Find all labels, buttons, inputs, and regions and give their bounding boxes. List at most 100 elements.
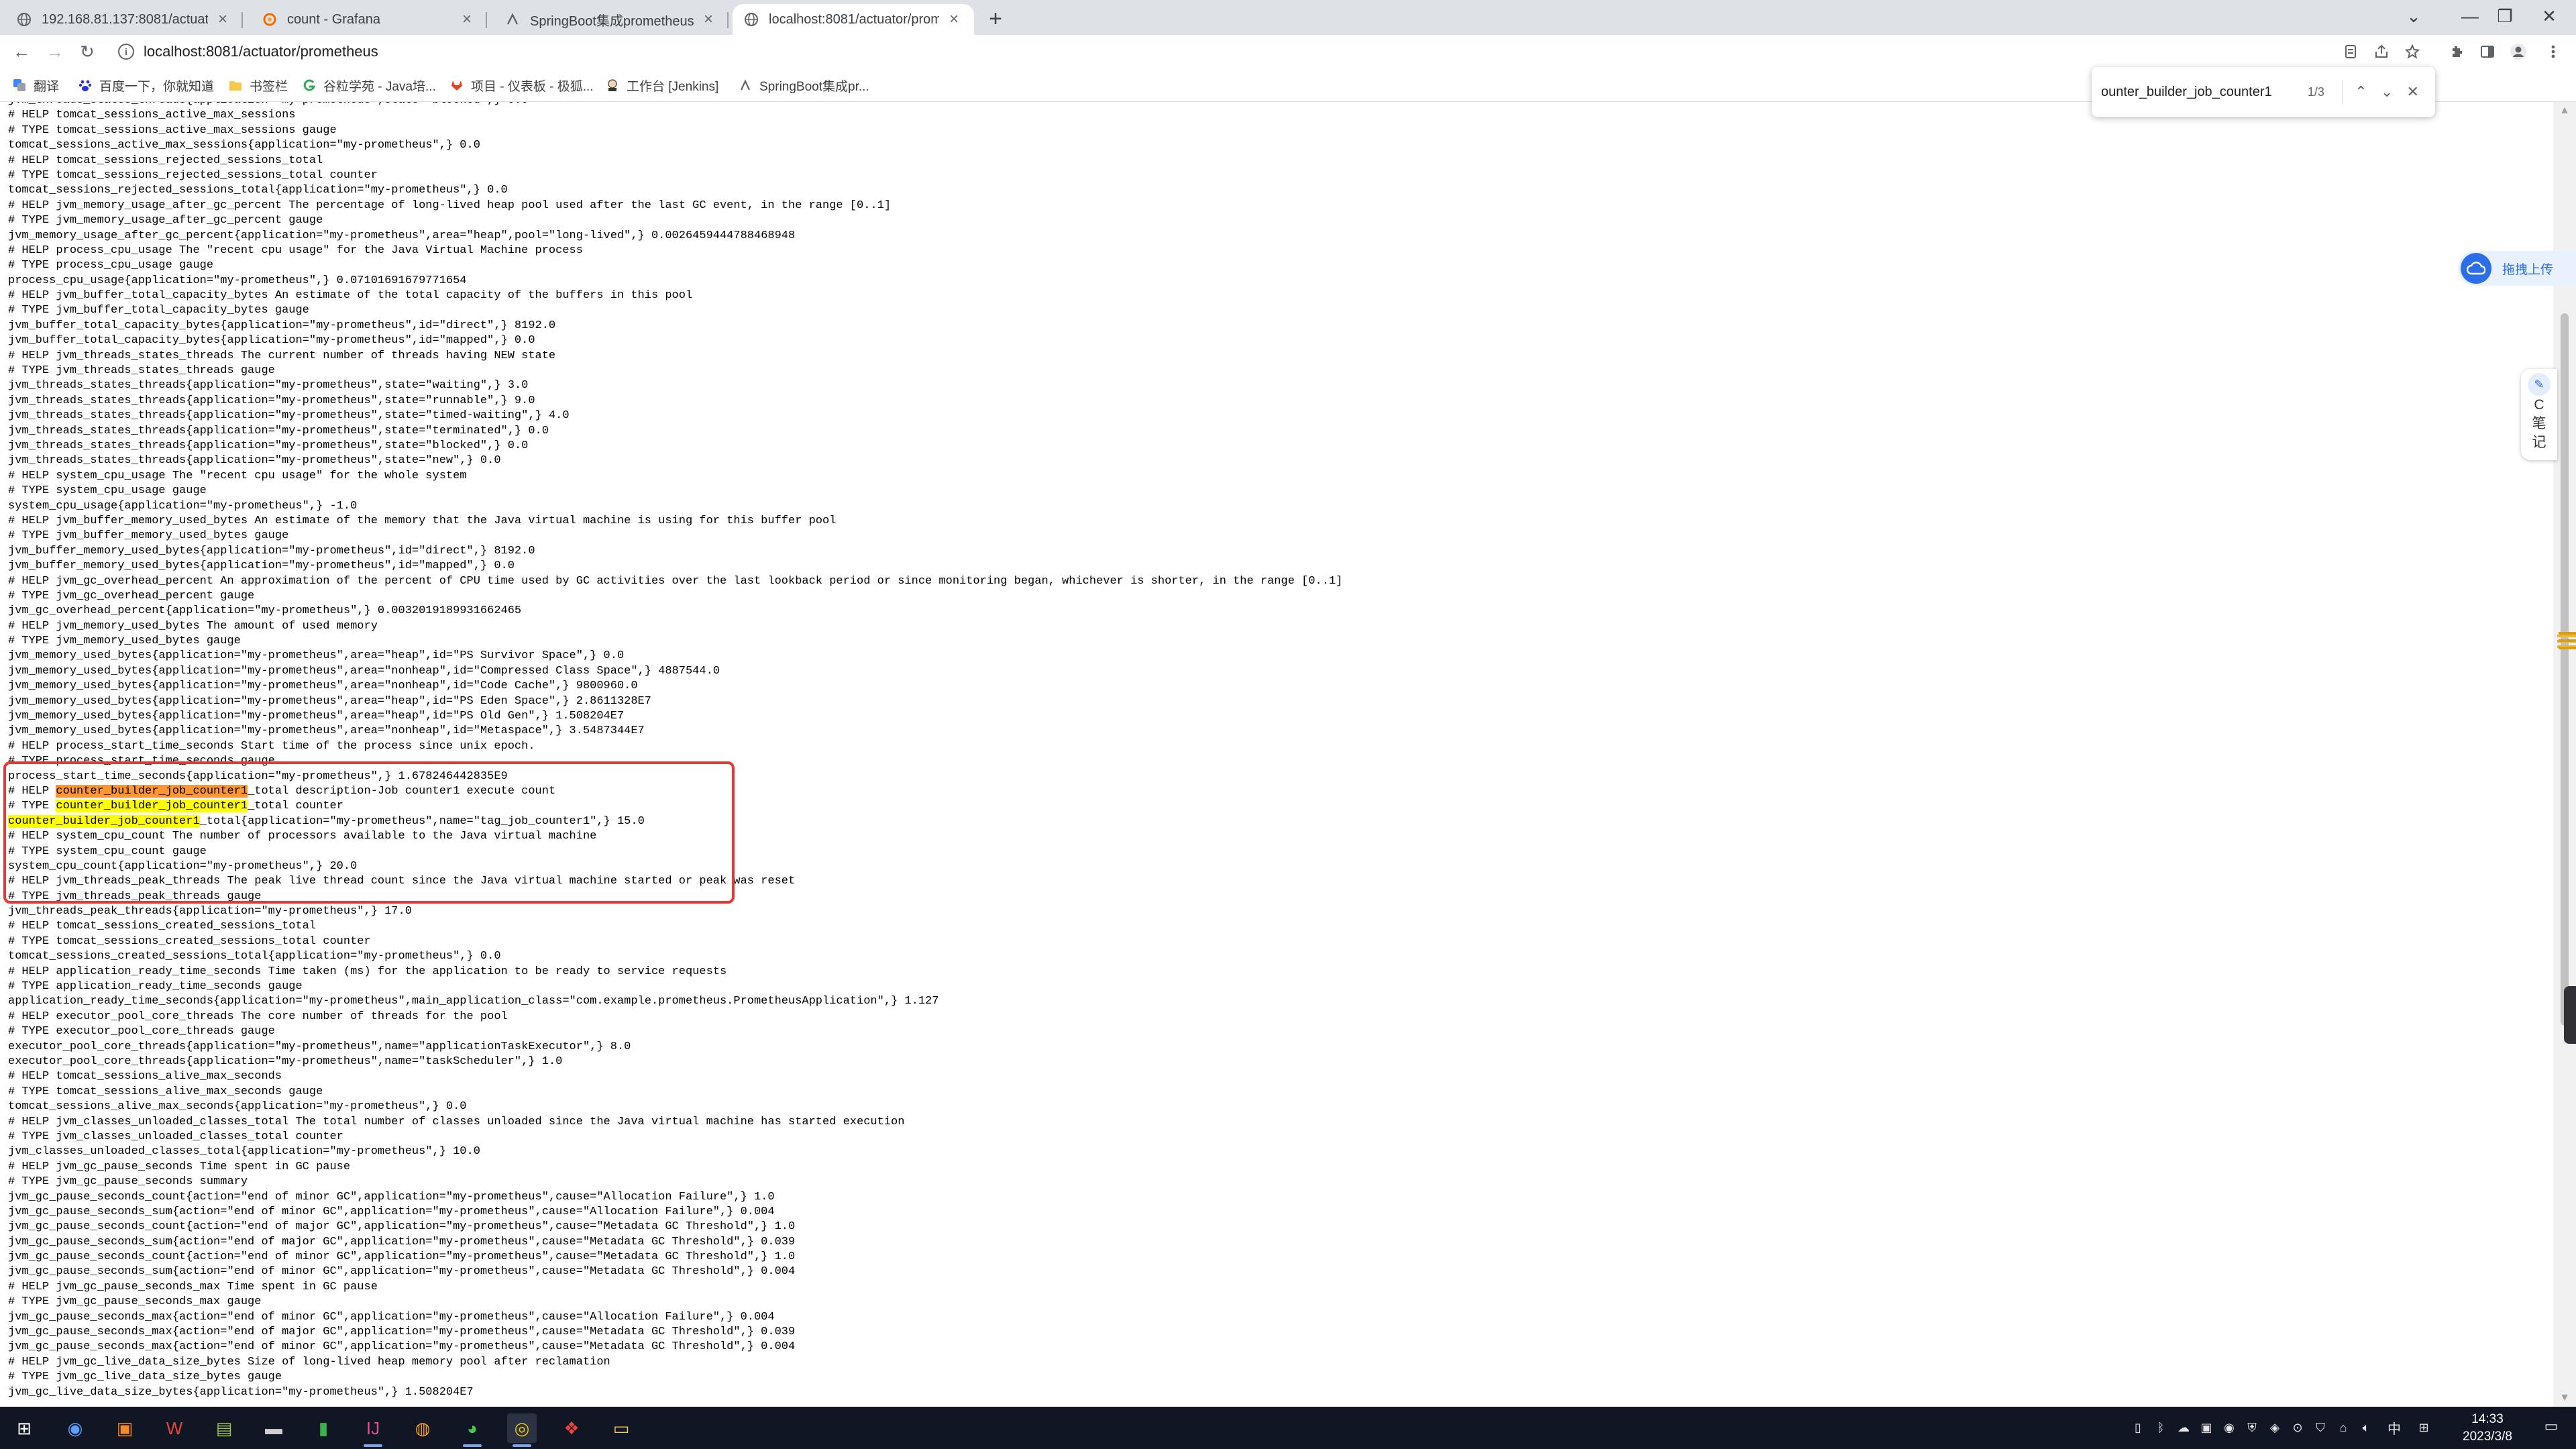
forward-button[interactable]: → — [43, 40, 67, 64]
tray-chat-icon[interactable]: ◉ — [2220, 1419, 2238, 1436]
bookmark-gitlab[interactable]: 项目 - 仪表板 - 极狐... — [449, 74, 594, 97]
chrome-icon[interactable]: ◎ — [507, 1413, 537, 1447]
bookmark-baidu[interactable]: 百度一下，你就知道 — [78, 74, 214, 97]
tab-close-icon[interactable]: × — [945, 10, 963, 29]
close-window-button[interactable]: ✕ — [2529, 3, 2569, 30]
menu-kebab-icon[interactable] — [2542, 41, 2564, 62]
intellij-icon[interactable]: IJ — [358, 1413, 388, 1447]
windows-start-icon[interactable]: ⊞ — [9, 1413, 39, 1443]
vertical-scrollbar[interactable]: ▲ ▼ — [2553, 102, 2576, 1407]
metric-line: # TYPE process_start_time_seconds gauge — [8, 755, 275, 768]
metric-line: # TYPE jvm_gc_overhead_percent gauge — [8, 589, 255, 602]
find-input[interactable]: ounter_builder_job_counter1 — [2101, 85, 2295, 100]
app-red-icon[interactable]: ❖ — [557, 1413, 586, 1443]
metric-line: # HELP process_start_time_seconds Start … — [8, 739, 535, 753]
tray-security-icon[interactable]: ◈ — [2266, 1419, 2284, 1436]
profile-avatar-icon[interactable] — [2508, 41, 2529, 62]
tray-cloud-icon[interactable]: ☁ — [2175, 1419, 2192, 1436]
back-button[interactable]: ← — [9, 40, 34, 64]
clock-date: 2023/3/8 — [2463, 1430, 2512, 1444]
page-content: jvm_threads_states_threads{application="… — [0, 102, 2553, 1407]
bookmark-folder[interactable]: 书签栏 — [228, 74, 288, 97]
share-icon[interactable] — [2371, 41, 2392, 62]
metric-line: # HELP jvm_memory_used_bytes The amount … — [8, 619, 378, 633]
metric-line: jvm_gc_live_data_size_bytes{application=… — [8, 1385, 474, 1399]
metric-line: jvm_memory_used_bytes{application="my-pr… — [8, 680, 638, 693]
ime-indicator[interactable]: 中 — [2385, 1419, 2403, 1437]
tray-shield-icon[interactable]: ⛨ — [2243, 1419, 2261, 1436]
tab-prometheus-active[interactable]: localhost:8081/actuator/prom × — [733, 4, 974, 35]
metric-line: jvm_memory_used_bytes{application="my-pr… — [8, 664, 720, 678]
side-panel-icon[interactable] — [2477, 41, 2498, 62]
jenkins-icon — [605, 78, 620, 93]
bookmark-label: 翻译 — [34, 79, 60, 94]
tab-close-icon[interactable]: × — [699, 10, 718, 29]
metric-line: jvm_gc_pause_seconds_sum{action="end of … — [8, 1205, 775, 1218]
extensions-icon[interactable] — [2446, 41, 2467, 62]
metric-line: # HELP tomcat_sessions_created_sessions_… — [8, 920, 317, 933]
restore-button[interactable]: ❐ — [2485, 3, 2525, 30]
metric-line: jvm_memory_used_bytes{application="my-pr… — [8, 710, 625, 723]
reader-mode-icon[interactable] — [2340, 41, 2361, 62]
scroll-thumb[interactable] — [2561, 313, 2569, 1026]
taskview-icon[interactable]: ◉ — [60, 1413, 90, 1443]
tray-app-icon[interactable]: ▣ — [2198, 1419, 2215, 1436]
find-close-icon[interactable]: ✕ — [2400, 78, 2426, 105]
bookmark-jenkins[interactable]: 工作台 [Jenkins] — [605, 74, 718, 97]
find-result-count: 1/3 — [2307, 85, 2324, 99]
bookmark-springboot[interactable]: SpringBoot集成pr... — [738, 74, 869, 97]
browser-window: 192.168.81.137:8081/actuator/ × count - … — [0, 0, 2576, 1449]
metric-line: # TYPE jvm_memory_used_bytes gauge — [8, 635, 241, 648]
side-handle[interactable] — [2564, 986, 2576, 1044]
tab-springboot-prometheus[interactable]: SpringBoot集成prometheus - ... × — [494, 4, 729, 35]
tab-title: count - Grafana — [287, 11, 380, 27]
app-orange-icon[interactable]: ◍ — [408, 1413, 437, 1443]
tray-phone-icon[interactable]: ▯ — [2129, 1419, 2147, 1436]
site-info-icon[interactable]: i — [118, 44, 134, 60]
bookmark-translate[interactable]: 翻译 — [12, 74, 59, 97]
tab-actuator-1[interactable]: 192.168.81.137:8081/actuator/ × — [5, 4, 243, 35]
wps-icon[interactable]: W — [160, 1413, 189, 1443]
side-drag-marker-icon[interactable] — [2559, 632, 2576, 649]
reload-button[interactable]: ↻ — [75, 40, 99, 64]
notifications-icon[interactable]: ▭ — [2542, 1417, 2560, 1435]
metric-line: jvm_threads_states_threads{application="… — [8, 424, 549, 437]
scroll-up-arrow-icon[interactable]: ▲ — [2559, 105, 2571, 117]
metric-line: # HELP jvm_gc_pause_seconds_max Time spe… — [8, 1280, 378, 1293]
bookmark-star-icon[interactable] — [2402, 41, 2423, 62]
wechat-icon[interactable]: ◕ — [458, 1413, 487, 1447]
keyboard-layout-icon[interactable]: ⊞ — [2415, 1419, 2432, 1436]
app-box-icon[interactable]: ▣ — [110, 1413, 140, 1443]
metric-line: # HELP counter_builder_job_counter1_tota… — [8, 784, 556, 798]
new-tab-button[interactable]: + — [982, 5, 1009, 32]
tray-defender-icon[interactable]: ⛉ — [2312, 1419, 2329, 1436]
tab-close-icon[interactable]: × — [458, 10, 476, 29]
file-explorer-icon[interactable]: ▭ — [606, 1413, 636, 1443]
minimize-button[interactable]: — — [2450, 3, 2490, 30]
metric-line: counter_builder_job_counter1_total{appli… — [8, 814, 645, 828]
tab-close-icon[interactable]: × — [213, 10, 232, 29]
app-green-icon[interactable]: ▮ — [309, 1413, 338, 1443]
metric-line: jvm_gc_pause_seconds_count{action="end o… — [8, 1190, 775, 1203]
tab-grafana[interactable]: count - Grafana × — [251, 4, 487, 35]
bookmark-guli[interactable]: 谷粒学苑 - Java培... — [302, 74, 436, 97]
terminal-icon[interactable]: ▬ — [259, 1413, 288, 1443]
metric-line: # TYPE counter_builder_job_counter1_tota… — [8, 800, 343, 813]
tray-bluetooth-icon[interactable]: ᛒ — [2152, 1419, 2169, 1436]
find-next-icon[interactable]: ⌄ — [2374, 78, 2400, 105]
note-widget[interactable]: ✎ C 笔 记 — [2521, 369, 2557, 460]
network-icon[interactable]: ⌂ — [2334, 1419, 2352, 1436]
find-previous-icon[interactable]: ⌃ — [2348, 78, 2374, 105]
metric-line: # HELP jvm_buffer_memory_used_bytes An e… — [8, 514, 837, 527]
metric-line: jvm_gc_pause_seconds_max{action="end of … — [8, 1340, 796, 1354]
metric-line: system_cpu_usage{application="my-prometh… — [8, 499, 358, 513]
metric-line: executor_pool_core_threads{application="… — [8, 1040, 631, 1053]
address-bar[interactable]: i localhost:8081/actuator/prometheus — [113, 38, 2394, 66]
volume-icon[interactable]: 🔈︎ — [2357, 1419, 2375, 1436]
tray-vpn-icon[interactable]: ⊙ — [2289, 1419, 2306, 1436]
tab-search-dropdown-icon[interactable]: ⌄ — [2394, 3, 2434, 30]
cloud-upload-widget[interactable]: 拖拽上传 — [2458, 251, 2576, 286]
scroll-down-arrow-icon[interactable]: ▼ — [2559, 1392, 2571, 1404]
system-clock[interactable]: 14:33 2023/3/8 — [2440, 1411, 2534, 1446]
folder-app-icon[interactable]: ▤ — [209, 1413, 239, 1443]
